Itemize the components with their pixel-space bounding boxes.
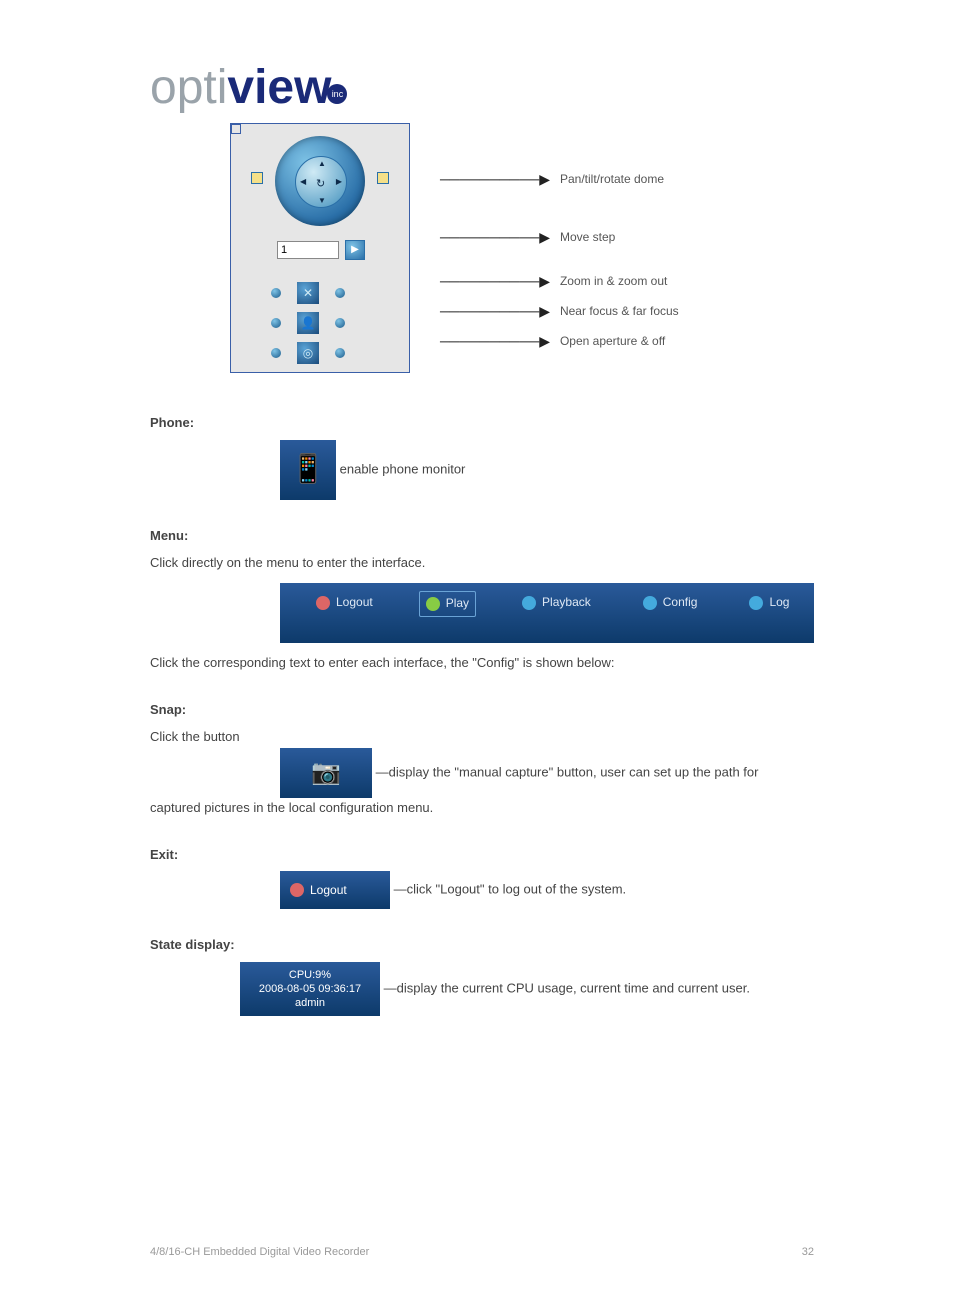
phone-section: Phone: 📱 enable phone monitor — [150, 413, 814, 500]
tab-config[interactable]: Config — [637, 591, 704, 614]
focus-icon[interactable]: 👤 — [297, 312, 319, 334]
rotate-icon[interactable]: ↻ — [316, 177, 325, 190]
tab-log-label: Log — [769, 593, 789, 612]
label-focus: Near focus & far focus — [560, 304, 679, 318]
exit-section: Exit: Logout —click "Logout" to log out … — [150, 845, 814, 910]
arrow-icon: ──────────▶ — [440, 229, 550, 246]
tab-logout[interactable]: Logout — [310, 591, 379, 614]
zoom-in-button[interactable] — [335, 288, 345, 298]
logout-label: Logout — [310, 881, 347, 900]
menu-detail: Click the corresponding text to enter ea… — [150, 653, 814, 674]
tab-play-label: Play — [446, 594, 469, 613]
snap-button[interactable]: 📷 — [280, 748, 372, 798]
tab-logout-label: Logout — [336, 593, 373, 612]
ptz-step-row: ▶ — [277, 240, 365, 260]
ptz-labels: ──────────▶ Pan/tilt/rotate dome ───────… — [440, 123, 814, 351]
zoom-row: ✕ — [271, 282, 345, 304]
label-zoom: Zoom in & zoom out — [560, 274, 667, 288]
phone-heading: Phone: — [150, 413, 814, 434]
snap-desc1: —display the "manual capture" button, us… — [376, 764, 759, 779]
arrow-down-icon[interactable]: ▼ — [318, 196, 326, 205]
menu-intro-b: directly on the menu to enter the interf… — [182, 555, 426, 570]
menu-section: Menu: Click directly on the menu to ente… — [150, 526, 814, 674]
aperture-off-button[interactable] — [335, 348, 345, 358]
focus-near-button[interactable] — [271, 318, 281, 328]
snap-heading: Snap: — [150, 700, 814, 721]
config-icon — [643, 596, 657, 610]
brand-logo: optiviewinc — [150, 60, 814, 115]
camera-icon: 📷 — [280, 748, 372, 798]
ptz-dial-inner[interactable]: ▲ ▼ ◀ ▶ ↻ — [295, 156, 347, 208]
logout-button[interactable]: Logout — [280, 871, 390, 909]
playback-icon — [522, 596, 536, 610]
logo-sub: inc — [327, 84, 347, 104]
ptz-pin-right — [377, 172, 389, 184]
snap-desc2: captured pictures in the local configura… — [150, 798, 814, 819]
status-panel: CPU:9% 2008-08-05 09:36:17 admin — [240, 962, 380, 1016]
logo-bold: view — [227, 61, 331, 114]
focus-row: 👤 — [271, 312, 345, 334]
step-input[interactable] — [277, 241, 339, 259]
menu-intro-a: Click — [150, 555, 182, 570]
logo-thin: opti — [150, 61, 227, 114]
arrow-icon: ──────────▶ — [440, 171, 550, 188]
ptz-pin-left — [251, 172, 263, 184]
zoom-icon[interactable]: ✕ — [297, 282, 319, 304]
phone-icon: 📱 — [280, 440, 336, 500]
log-icon — [749, 596, 763, 610]
phone-icon-label: enable phone monitor — [340, 461, 466, 476]
page-footer: 4/8/16-CH Embedded Digital Video Recorde… — [150, 1246, 814, 1258]
menu-heading: Menu: — [150, 526, 814, 547]
focus-far-button[interactable] — [335, 318, 345, 328]
status-user: admin — [295, 996, 325, 1010]
arrow-right-icon[interactable]: ▶ — [336, 177, 342, 186]
status-cpu: CPU:9% — [289, 968, 331, 982]
arrow-up-icon[interactable]: ▲ — [318, 159, 326, 168]
play-icon — [426, 597, 440, 611]
arrow-left-icon[interactable]: ◀ — [300, 177, 306, 186]
state-heading: State display: — [150, 935, 814, 956]
footer-page-number: 32 — [802, 1246, 814, 1258]
step-go-button[interactable]: ▶ — [345, 240, 365, 260]
arrow-icon: ──────────▶ — [440, 303, 550, 320]
menu-bar: Logout Play Playback Config Log — [280, 583, 814, 643]
logout-user-icon — [290, 883, 304, 897]
arrow-icon: ──────────▶ — [440, 333, 550, 350]
state-section: State display: CPU:9% 2008-08-05 09:36:1… — [150, 935, 814, 1016]
logout-desc: —click "Logout" to log out of the system… — [394, 882, 627, 897]
snap-section: Snap: Click the button 📷 —display the "m… — [150, 700, 814, 818]
arrow-icon: ──────────▶ — [440, 273, 550, 290]
footer-left: 4/8/16-CH Embedded Digital Video Recorde… — [150, 1246, 369, 1258]
label-step: Move step — [560, 230, 615, 244]
tab-log[interactable]: Log — [743, 591, 795, 614]
tab-config-label: Config — [663, 593, 698, 612]
logout-icon — [316, 596, 330, 610]
status-time: 2008-08-05 09:36:17 — [259, 982, 361, 996]
label-aperture: Open aperture & off — [560, 334, 665, 348]
label-dial: Pan/tilt/rotate dome — [560, 172, 664, 186]
aperture-icon[interactable]: ◎ — [297, 342, 319, 364]
aperture-open-button[interactable] — [271, 348, 281, 358]
tab-playback-label: Playback — [542, 593, 591, 612]
tab-playback[interactable]: Playback — [516, 591, 597, 614]
snap-leadin: Click the button — [150, 729, 240, 744]
ptz-panel: ▲ ▼ ◀ ▶ ↻ ▶ ✕ 👤 — [230, 123, 410, 373]
zoom-out-button[interactable] — [271, 288, 281, 298]
status-desc: —display the current CPU usage, current … — [384, 981, 750, 996]
ptz-section: ▲ ▼ ◀ ▶ ↻ ▶ ✕ 👤 — [150, 123, 814, 373]
phone-icon-button[interactable]: 📱 — [280, 440, 336, 500]
exit-heading: Exit: — [150, 845, 814, 866]
tab-play[interactable]: Play — [419, 591, 476, 616]
aperture-row: ◎ — [271, 342, 345, 364]
